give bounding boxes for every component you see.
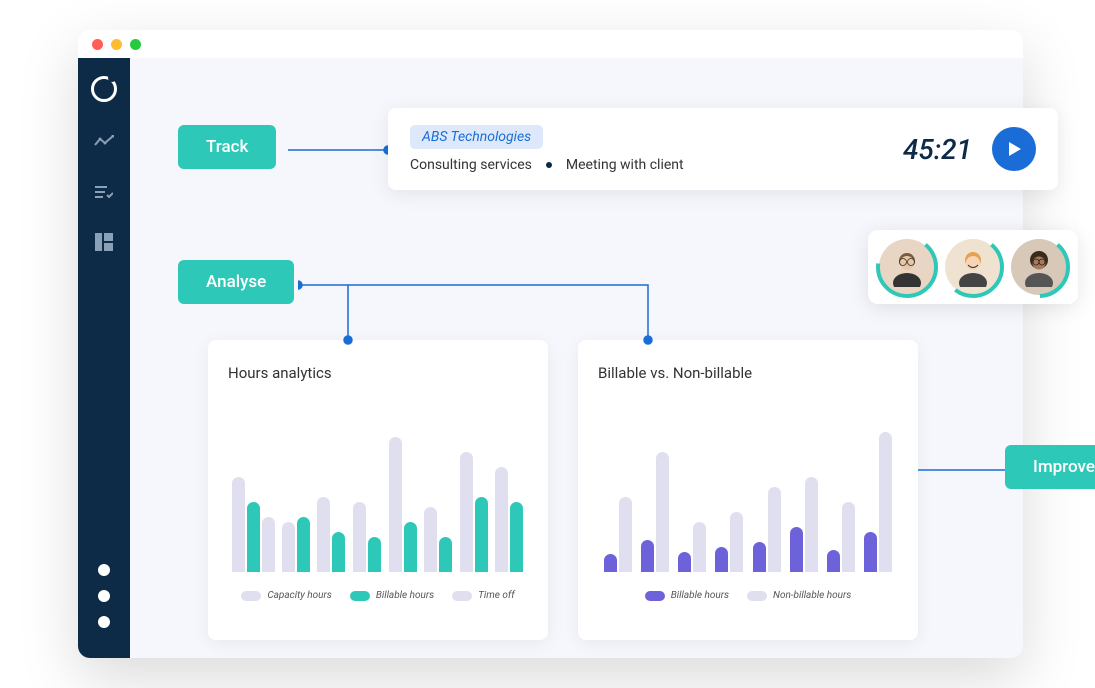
legend-label: Billable hours bbox=[671, 590, 729, 601]
bar bbox=[678, 552, 691, 572]
bar-group bbox=[459, 452, 489, 572]
bar-group bbox=[232, 477, 275, 572]
play-icon bbox=[1005, 140, 1023, 158]
team-avatars-card bbox=[868, 230, 1078, 304]
sidebar-dot[interactable] bbox=[98, 590, 110, 602]
bar bbox=[656, 452, 669, 572]
bar bbox=[389, 437, 402, 572]
timer-display: 45:21 bbox=[903, 133, 972, 166]
bar-group bbox=[602, 497, 633, 572]
billable-legend: Billable hours Non-billable hours bbox=[598, 590, 898, 601]
bar bbox=[495, 467, 508, 572]
legend-label: Billable hours bbox=[376, 590, 434, 601]
billable-chart-bars bbox=[598, 402, 898, 572]
bar bbox=[827, 550, 840, 572]
legend-pill-icon bbox=[645, 591, 665, 601]
sidebar-dot[interactable] bbox=[98, 616, 110, 628]
connector-improve bbox=[918, 465, 1018, 475]
improve-badge: Improve bbox=[1005, 445, 1095, 489]
analyse-badge: Analyse bbox=[178, 260, 294, 304]
sidebar-more bbox=[98, 564, 110, 628]
bar bbox=[619, 497, 632, 572]
bar-group bbox=[826, 502, 857, 572]
billable-chart-card: Billable vs. Non-billable Billable hours… bbox=[578, 340, 918, 640]
bar bbox=[864, 532, 877, 572]
bar bbox=[475, 497, 488, 572]
bar bbox=[715, 547, 728, 572]
bar bbox=[641, 540, 654, 572]
bar bbox=[353, 502, 366, 572]
bar-group bbox=[494, 467, 524, 572]
bar bbox=[693, 522, 706, 572]
legend-pill-icon bbox=[241, 591, 261, 601]
legend-pill-icon bbox=[350, 591, 370, 601]
bar bbox=[604, 554, 617, 572]
bar-group bbox=[788, 477, 819, 572]
bar-group bbox=[388, 437, 418, 572]
bar bbox=[317, 497, 330, 572]
sidebar-dot[interactable] bbox=[98, 564, 110, 576]
bar bbox=[297, 517, 310, 572]
maximize-window-icon[interactable] bbox=[130, 39, 141, 50]
minimize-window-icon[interactable] bbox=[111, 39, 122, 50]
legend-label: Non-billable hours bbox=[773, 590, 851, 601]
bar-group bbox=[714, 512, 745, 572]
separator-dot-icon bbox=[546, 162, 552, 168]
bar bbox=[805, 477, 818, 572]
analytics-nav-icon[interactable] bbox=[94, 132, 114, 152]
avatar[interactable] bbox=[879, 239, 935, 295]
bar-group bbox=[423, 507, 453, 572]
bar bbox=[879, 432, 892, 572]
bar-group bbox=[751, 487, 782, 572]
bar bbox=[842, 502, 855, 572]
bar-group bbox=[863, 432, 894, 572]
bar bbox=[753, 542, 766, 572]
chart-title: Hours analytics bbox=[228, 364, 528, 382]
legend-pill-icon bbox=[747, 591, 767, 601]
avatar[interactable] bbox=[1011, 239, 1067, 295]
tasks-nav-icon[interactable] bbox=[94, 182, 114, 202]
connector-track bbox=[288, 145, 398, 155]
hours-legend: Capacity hours Billable hours Time off bbox=[228, 590, 528, 601]
bar bbox=[510, 502, 523, 572]
legend-pill-icon bbox=[452, 591, 472, 601]
tracker-task: Meeting with client bbox=[566, 157, 684, 173]
macos-titlebar bbox=[78, 30, 1023, 58]
app-logo-icon[interactable] bbox=[91, 76, 117, 102]
bar bbox=[730, 512, 743, 572]
hours-analytics-card: Hours analytics Capacity hours Billable … bbox=[208, 340, 548, 640]
legend-label: Time off bbox=[478, 590, 515, 601]
bar-group bbox=[677, 522, 708, 572]
bar bbox=[404, 522, 417, 572]
bar-group bbox=[352, 502, 382, 572]
bar bbox=[247, 502, 260, 572]
client-tag: ABS Technologies bbox=[410, 125, 543, 149]
hours-chart-bars bbox=[228, 402, 528, 572]
app-window: Track Analyse Improve ABS Technologies C… bbox=[78, 30, 1023, 658]
tracker-info: ABS Technologies Consulting services Mee… bbox=[410, 125, 903, 173]
bar bbox=[439, 537, 452, 572]
bar-group bbox=[317, 497, 347, 572]
time-tracker-card: ABS Technologies Consulting services Mee… bbox=[388, 108, 1058, 190]
bar-group bbox=[281, 517, 311, 572]
chart-title: Billable vs. Non-billable bbox=[598, 364, 898, 382]
close-window-icon[interactable] bbox=[92, 39, 103, 50]
bar bbox=[790, 527, 803, 572]
bar bbox=[332, 532, 345, 572]
avatar[interactable] bbox=[945, 239, 1001, 295]
bar bbox=[232, 477, 245, 572]
play-button[interactable] bbox=[992, 127, 1036, 171]
track-badge: Track bbox=[178, 125, 276, 169]
bar-group bbox=[639, 452, 670, 572]
bar bbox=[460, 452, 473, 572]
bar bbox=[282, 522, 295, 572]
bar bbox=[768, 487, 781, 572]
legend-label: Capacity hours bbox=[267, 590, 332, 601]
dashboard-nav-icon[interactable] bbox=[94, 232, 114, 252]
bar bbox=[262, 517, 275, 572]
tracker-service: Consulting services bbox=[410, 157, 532, 173]
sidebar bbox=[78, 58, 130, 658]
bar bbox=[424, 507, 437, 572]
bar bbox=[368, 537, 381, 572]
